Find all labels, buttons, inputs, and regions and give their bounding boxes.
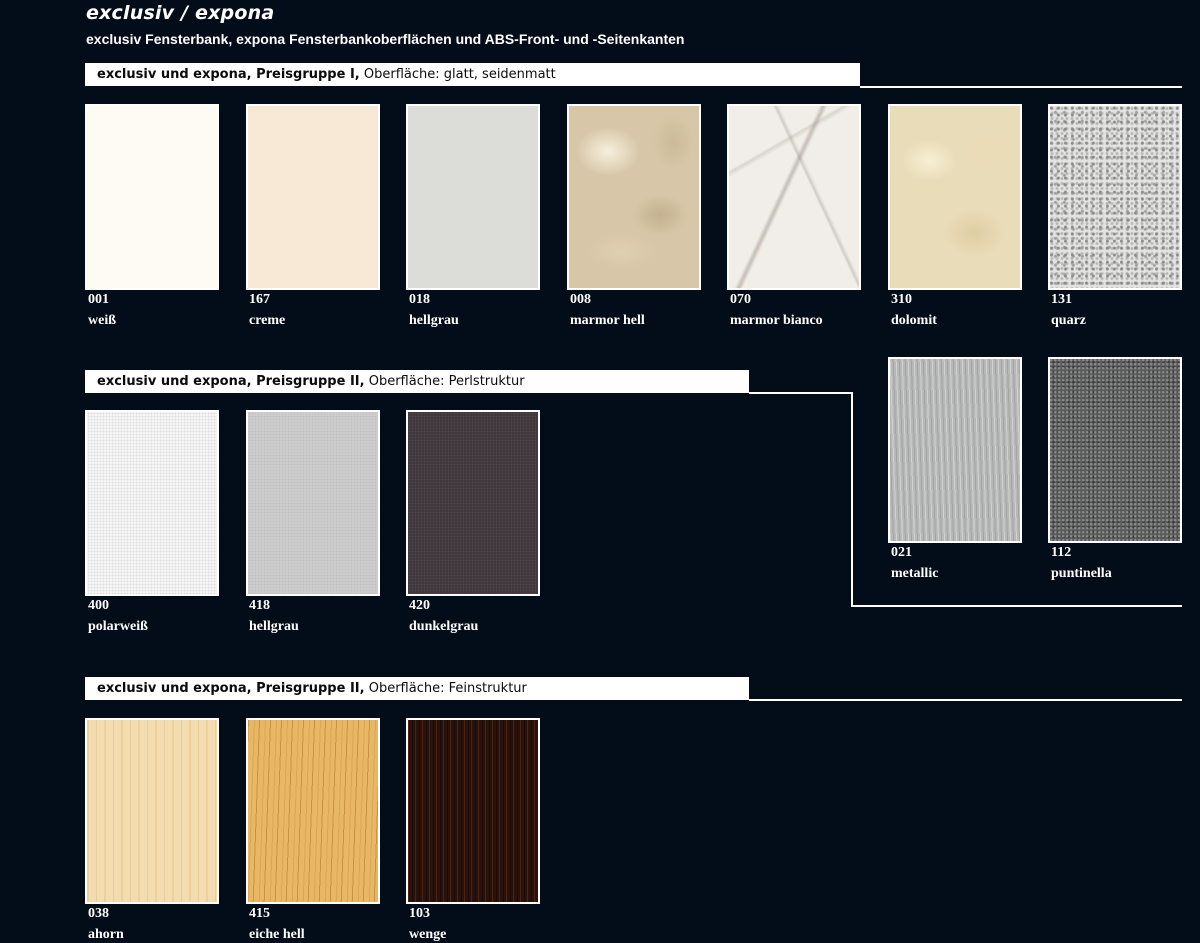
- swatch-code: 021: [891, 545, 912, 560]
- section-header-preisgruppe-2-feinstruktur: exclusiv und expona, Preisgruppe II, Obe…: [85, 677, 749, 700]
- section-title-bold: exclusiv und expona, Preisgruppe I,: [97, 67, 360, 82]
- swatch-quarz[interactable]: [1048, 104, 1182, 290]
- section-header-preisgruppe-1-glatt: exclusiv und expona, Preisgruppe I, Ober…: [85, 63, 860, 86]
- section-title-surface: Oberfläche: Perlstruktur: [364, 374, 525, 389]
- swatch-weiss[interactable]: [85, 104, 219, 290]
- swatch-name: quarz: [1051, 313, 1086, 328]
- brand-title: exclusiv / expona: [86, 2, 275, 24]
- swatch-code: 415: [249, 906, 270, 921]
- swatch-code: 418: [249, 598, 270, 613]
- swatch-code: 400: [88, 598, 109, 613]
- section-divider-line: [860, 86, 1182, 88]
- swatch-name: polarweiß: [88, 619, 148, 634]
- brand-subtitle: exclusiv Fensterbank, expona Fensterbank…: [86, 31, 685, 47]
- section-title-bold: exclusiv und expona, Preisgruppe II,: [97, 681, 365, 696]
- swatch-name: dolomit: [891, 313, 937, 328]
- swatch-puntinella[interactable]: [1048, 357, 1182, 543]
- swatch-dunkelgrau[interactable]: [406, 410, 540, 596]
- swatch-hellgrau-perl[interactable]: [246, 410, 380, 596]
- swatch-dolomit[interactable]: [888, 104, 1022, 290]
- swatch-code: 018: [409, 292, 430, 307]
- swatch-code: 070: [730, 292, 751, 307]
- swatch-marmor-hell[interactable]: [567, 104, 701, 290]
- swatch-polarweiss[interactable]: [85, 410, 219, 596]
- section-header-preisgruppe-2-perlstruktur: exclusiv und expona, Preisgruppe II, Obe…: [85, 370, 749, 393]
- swatch-code: 167: [249, 292, 270, 307]
- swatch-creme[interactable]: [246, 104, 380, 290]
- swatch-code: 310: [891, 292, 912, 307]
- section-divider-line: [851, 605, 1182, 607]
- swatch-code: 038: [88, 906, 109, 921]
- swatch-code: 103: [409, 906, 430, 921]
- swatch-name: marmor bianco: [730, 313, 823, 328]
- section-divider-line: [749, 392, 853, 394]
- swatch-code: 112: [1051, 545, 1072, 560]
- section-divider-line: [749, 699, 1182, 701]
- section-title-bold: exclusiv und expona, Preisgruppe II,: [97, 374, 365, 389]
- swatch-code: 001: [88, 292, 109, 307]
- swatch-hellgrau[interactable]: [406, 104, 540, 290]
- swatch-name: metallic: [891, 566, 939, 581]
- swatch-name: creme: [249, 313, 286, 328]
- swatch-name: puntinella: [1051, 566, 1112, 581]
- swatch-code: 420: [409, 598, 430, 613]
- swatch-metallic[interactable]: [888, 357, 1022, 543]
- swatch-name: hellgrau: [249, 619, 299, 634]
- section-title-surface: Oberfläche: glatt, seidenmatt: [359, 67, 556, 82]
- swatch-ahorn[interactable]: [85, 718, 219, 904]
- swatch-code: 008: [570, 292, 591, 307]
- swatch-name: marmor hell: [570, 313, 645, 328]
- swatch-name: dunkelgrau: [409, 619, 479, 634]
- swatch-name: hellgrau: [409, 313, 459, 328]
- section-divider-line: [851, 392, 853, 607]
- swatch-code: 131: [1051, 292, 1072, 307]
- swatch-marmor-bianco[interactable]: [727, 104, 861, 290]
- section-title-surface: Oberfläche: Feinstruktur: [364, 681, 527, 696]
- swatch-wenge[interactable]: [406, 718, 540, 904]
- swatch-eiche-hell[interactable]: [246, 718, 380, 904]
- swatch-name: weiß: [88, 313, 116, 328]
